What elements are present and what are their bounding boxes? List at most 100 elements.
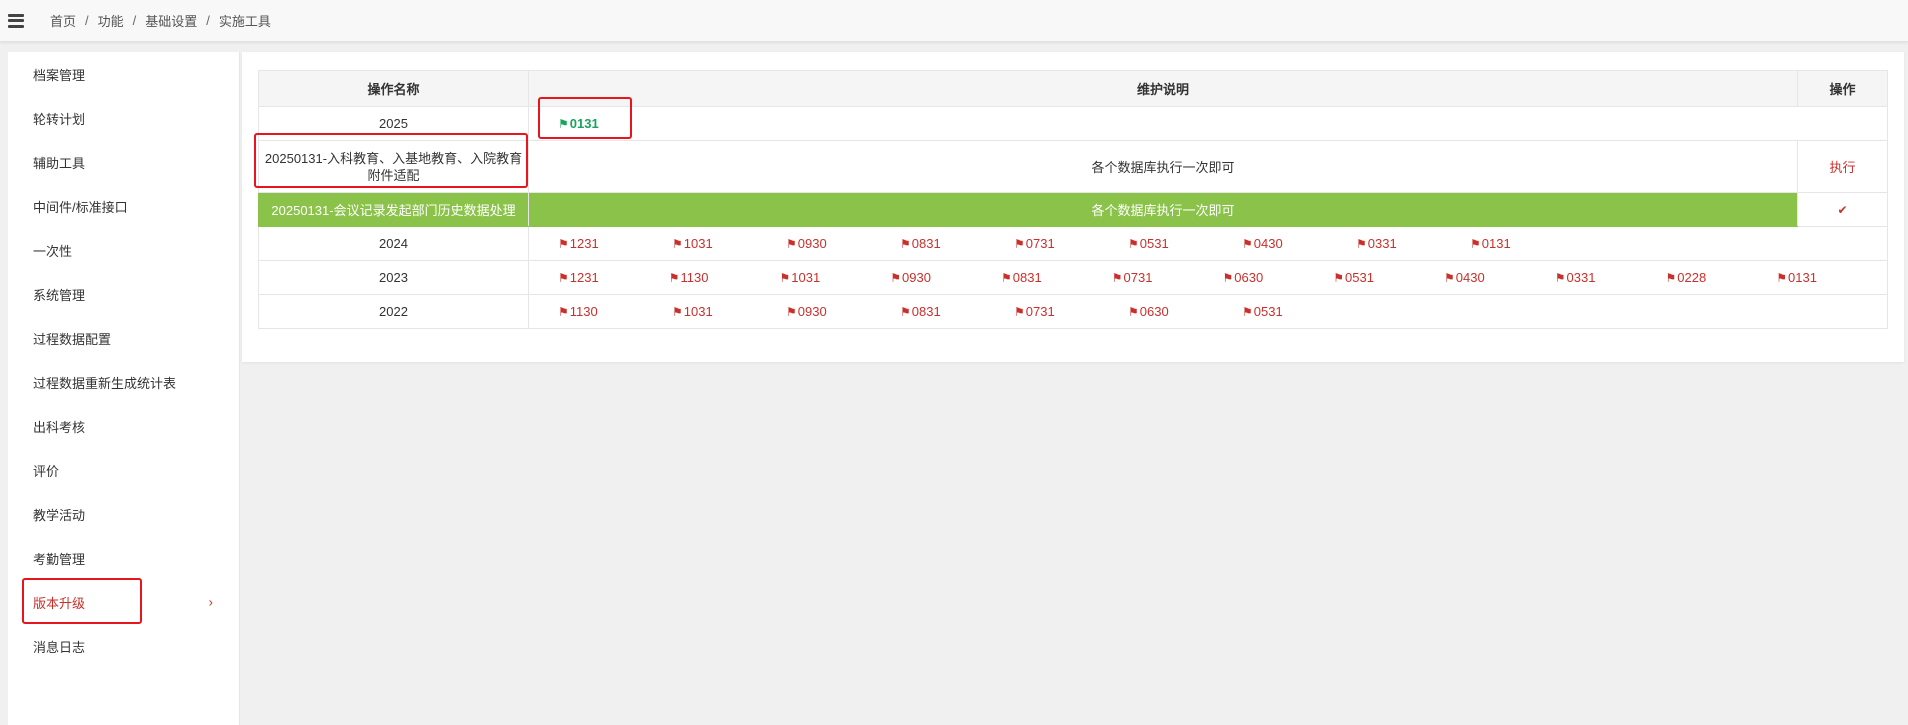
flag-icon: ⚑: [1128, 237, 1139, 251]
version-link[interactable]: ⚑0531: [1333, 270, 1444, 285]
version-link[interactable]: ⚑1231: [558, 236, 672, 251]
sidebar-item-archive[interactable]: 档案管理: [8, 52, 239, 96]
sidebar-item-version-upgrade[interactable]: 版本升级 ›: [8, 580, 239, 624]
version-link[interactable]: ⚑1031: [780, 270, 891, 285]
sidebar-item-label: 评价: [33, 463, 60, 479]
table-header-row: 操作名称 维护说明 操作: [258, 70, 1888, 107]
version-link[interactable]: ⚑1031: [672, 236, 786, 251]
version-link[interactable]: ⚑0131: [1470, 236, 1584, 251]
breadcrumb-function[interactable]: 功能: [98, 11, 124, 30]
flag-icon: ⚑: [1128, 305, 1139, 319]
check-icon[interactable]: ✔: [1837, 203, 1847, 217]
breadcrumb-separator: /: [206, 13, 210, 28]
column-header-op: 操作: [1797, 70, 1888, 107]
flag-icon: ⚑: [1014, 305, 1025, 319]
sidebar-item-rotation-plan[interactable]: 轮转计划: [8, 96, 239, 140]
version-label: 0930: [902, 270, 931, 285]
version-link[interactable]: ⚑0131: [1776, 270, 1887, 285]
breadcrumb-home[interactable]: 首页: [50, 11, 76, 30]
operation-action: 执行: [1797, 140, 1888, 193]
flag-icon: ⚑: [1242, 305, 1253, 319]
operation-desc: 各个数据库执行一次即可: [528, 192, 1798, 227]
main-panel: 操作名称 维护说明 操作 2025 ⚑0131 20250131-入科教育、入基…: [242, 52, 1904, 362]
version-label: 1130: [569, 304, 598, 319]
flag-icon: ⚑: [1776, 271, 1788, 285]
version-cell: ⚑1130 ⚑1031 ⚑0930 ⚑0831 ⚑0731 ⚑0630 ⚑0531: [528, 294, 1888, 329]
sidebar-item-system-admin[interactable]: 系统管理: [8, 272, 239, 316]
execute-link[interactable]: 执行: [1829, 160, 1855, 175]
version-link[interactable]: ⚑0731: [1014, 236, 1128, 251]
breadcrumb-current: 实施工具: [218, 14, 271, 29]
operation-desc: 各个数据库执行一次即可: [528, 140, 1798, 193]
version-link[interactable]: ⚑0331: [1356, 236, 1470, 251]
version-link[interactable]: ⚑0731: [1014, 304, 1128, 319]
sidebar-item-label: 轮转计划: [33, 111, 86, 127]
version-link[interactable]: ⚑0531: [1128, 236, 1242, 251]
version-link[interactable]: ⚑0831: [900, 304, 1014, 319]
sidebar-item-attendance[interactable]: 考勤管理: [8, 536, 239, 580]
version-link[interactable]: ⚑0430: [1242, 236, 1356, 251]
sidebar-item-evaluation[interactable]: 评价: [8, 448, 239, 492]
flag-icon: ⚑: [558, 237, 569, 251]
breadcrumb-separator: /: [85, 13, 89, 28]
breadcrumb-basic-settings[interactable]: 基础设置: [145, 11, 197, 30]
version-link[interactable]: ⚑1231: [558, 270, 669, 285]
version-label: 0331: [1367, 236, 1397, 251]
version-label: 0131: [569, 116, 599, 131]
flag-icon: ⚑: [1001, 271, 1012, 285]
version-link[interactable]: ⚑0228: [1666, 270, 1777, 285]
version-link[interactable]: ⚑0131: [558, 116, 672, 131]
version-label: 0331: [1566, 270, 1596, 285]
operation-name: 20250131-入科教育、入基地教育、入院教育附件适配: [258, 140, 529, 193]
version-link[interactable]: ⚑0430: [1444, 270, 1555, 285]
sidebar-item-label: 过程数据配置: [33, 331, 112, 347]
sidebar-item-process-data-config[interactable]: 过程数据配置: [8, 316, 239, 360]
flag-icon: ⚑: [558, 305, 569, 319]
top-bar: 首页 / 功能 / 基础设置 / 实施工具: [0, 0, 1908, 42]
version-link[interactable]: ⚑0831: [900, 236, 1014, 251]
version-link[interactable]: ⚑0930: [786, 304, 900, 319]
version-cell: ⚑1231 ⚑1031 ⚑0930 ⚑0831 ⚑0731 ⚑0531 ⚑0430 ⚑0331…: [528, 226, 1888, 261]
version-link[interactable]: ⚑0930: [890, 270, 1001, 285]
flag-icon: ⚑: [1242, 237, 1253, 251]
version-label: 0731: [1025, 236, 1055, 251]
sidebar-item-label: 中间件/标准接口: [33, 199, 128, 215]
version-link[interactable]: ⚑1130: [558, 304, 672, 319]
version-links: ⚑1130 ⚑1031 ⚑0930 ⚑0831 ⚑0731 ⚑0630 ⚑0531: [529, 304, 1887, 319]
version-links: ⚑0131: [529, 116, 1887, 131]
version-link[interactable]: ⚑0630: [1128, 304, 1242, 319]
version-label: 0630: [1139, 304, 1169, 319]
operation-action: ✔: [1797, 192, 1888, 227]
sidebar-item-label: 一次性: [33, 243, 73, 259]
row-year: 2023: [258, 260, 529, 295]
version-link[interactable]: ⚑0531: [1242, 304, 1356, 319]
version-label: 1231: [569, 270, 599, 285]
menu-toggle-icon[interactable]: [8, 13, 24, 28]
flag-icon: ⚑: [900, 237, 911, 251]
version-link[interactable]: ⚑0930: [786, 236, 900, 251]
version-label: 1231: [569, 236, 599, 251]
sidebar-item-exit-exam[interactable]: 出科考核: [8, 404, 239, 448]
row-year: 2024: [258, 226, 529, 261]
sidebar: 档案管理 轮转计划 辅助工具 中间件/标准接口 一次性 系统管理 过程数据配置 …: [8, 52, 240, 725]
sidebar-item-one-time[interactable]: 一次性: [8, 228, 239, 272]
breadcrumb-separator: /: [132, 13, 137, 28]
flag-icon: ⚑: [558, 271, 569, 285]
flag-icon: ⚑: [558, 117, 569, 131]
sidebar-item-label: 档案管理: [33, 67, 86, 83]
flag-icon: ⚑: [779, 271, 791, 285]
sidebar-item-label: 消息日志: [33, 639, 86, 655]
version-link[interactable]: ⚑0331: [1555, 270, 1666, 285]
sidebar-item-message-log[interactable]: 消息日志: [8, 624, 239, 668]
version-label: 0731: [1025, 304, 1055, 319]
version-link[interactable]: ⚑1031: [672, 304, 786, 319]
version-link[interactable]: ⚑0630: [1223, 270, 1334, 285]
sidebar-item-teaching-activity[interactable]: 教学活动: [8, 492, 239, 536]
sidebar-item-middleware[interactable]: 中间件/标准接口: [8, 184, 239, 228]
version-link[interactable]: ⚑0831: [1001, 270, 1112, 285]
sidebar-item-aux-tools[interactable]: 辅助工具: [8, 140, 239, 184]
version-label: 0131: [1788, 270, 1817, 285]
version-link[interactable]: ⚑0731: [1112, 270, 1223, 285]
version-link[interactable]: ⚑1130: [669, 270, 780, 285]
sidebar-item-regenerate-stats[interactable]: 过程数据重新生成统计表: [8, 360, 239, 404]
